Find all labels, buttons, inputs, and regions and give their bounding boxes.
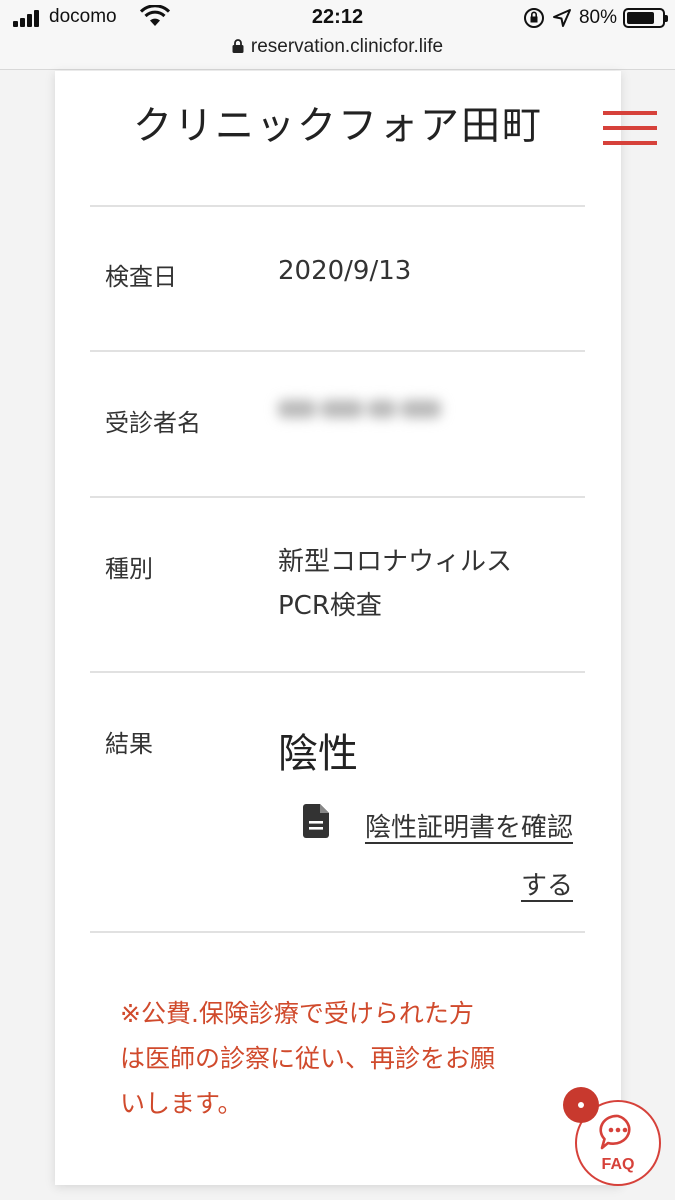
battery-icon — [623, 8, 668, 28]
insurance-notice: ※公費.保険診療で受けられた方 は医師の診察に従い、再診をお願 いします。 — [120, 991, 570, 1126]
certificate-link-line-1[interactable]: 陰性証明書を確認 — [365, 813, 573, 843]
result-card: クリニックフォア田町 検査日 2020/9/13 受診者名 種別 新型コロナウィ… — [55, 71, 621, 1185]
certificate-link-line-2[interactable]: する — [521, 871, 573, 901]
exam-date-value: 2020/9/13 — [278, 256, 412, 286]
result-label: 結果 — [105, 730, 153, 758]
orientation-lock-icon — [523, 8, 544, 28]
location-icon — [552, 9, 571, 27]
exam-date-label: 検査日 — [105, 263, 177, 291]
chat-bubble-icon — [599, 1114, 631, 1150]
type-label: 種別 — [105, 555, 153, 583]
status-bar: docomo 22:12 80% — [0, 0, 675, 36]
divider — [90, 496, 585, 498]
notification-dot-icon — [563, 1087, 599, 1123]
divider — [90, 350, 585, 352]
document-icon — [303, 804, 329, 838]
divider — [90, 671, 585, 673]
patient-name-redacted — [278, 398, 463, 424]
divider — [90, 205, 585, 207]
notice-line-3: いします。 — [120, 1089, 243, 1118]
notice-line-1: ※公費.保険診療で受けられた方 — [120, 999, 474, 1028]
type-value-line-2: PCR検査 — [278, 591, 382, 621]
status-right-icons: 80% — [523, 5, 668, 31]
certificate-link[interactable]: 陰性証明書を確認 する — [303, 799, 573, 901]
lock-icon — [232, 39, 244, 53]
clinic-title: クリニックフォア田町 — [132, 104, 543, 149]
divider — [90, 931, 585, 933]
url-bar[interactable]: reservation.clinicfor.life — [0, 36, 675, 58]
faq-label: FAQ — [601, 1156, 635, 1173]
type-value-line-1: 新型コロナウィルス — [278, 547, 513, 577]
result-value: 陰性 — [278, 731, 358, 777]
hamburger-menu-icon[interactable] — [603, 111, 657, 147]
notice-line-2: は医師の診察に従い、再診をお願 — [120, 1044, 496, 1073]
url-text: reservation.clinicfor.life — [250, 36, 444, 57]
certificate-link-text[interactable]: 陰性証明書を確認 する — [333, 799, 573, 915]
patient-name-label: 受診者名 — [105, 409, 201, 437]
battery-percent: 80% — [578, 7, 617, 28]
browser-top-bar: docomo 22:12 80% reservation.clinicfor.l… — [0, 0, 675, 70]
